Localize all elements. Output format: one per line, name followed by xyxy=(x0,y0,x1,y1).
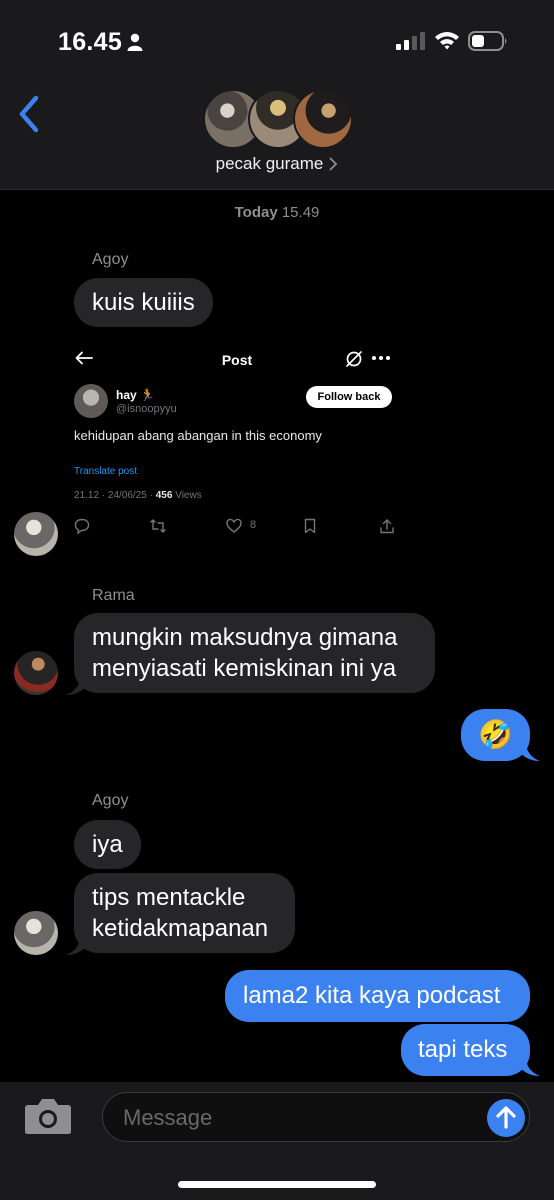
group-avatars[interactable] xyxy=(203,89,353,151)
tweet-views-count: 456 xyxy=(155,490,173,501)
message-bubble[interactable]: lama2 kita kaya podcast xyxy=(225,970,530,1022)
bookmark-icon xyxy=(304,518,316,534)
arrow-up-icon xyxy=(496,1106,516,1129)
chat-timestamp: Today 15.49 xyxy=(0,204,554,221)
reply-icon xyxy=(74,518,90,534)
signal-icon xyxy=(396,32,425,50)
avatar[interactable] xyxy=(14,512,58,556)
status-time: 16.45 xyxy=(58,28,123,56)
repost-icon xyxy=(150,519,166,533)
group-name: pecak gurame xyxy=(215,154,324,173)
conversation-header: pecak gurame xyxy=(0,82,554,190)
timestamp-time: 15.49 xyxy=(281,204,320,221)
chevron-left-icon[interactable] xyxy=(14,94,44,134)
timestamp-day: Today xyxy=(234,204,278,221)
avatar[interactable] xyxy=(14,651,58,695)
battery-icon xyxy=(468,31,507,51)
tweet-text: kehidupan abang abangan in this economy xyxy=(74,428,322,443)
status-bar: 16.45 xyxy=(0,0,554,82)
home-indicator[interactable] xyxy=(178,1181,376,1188)
message-bubble[interactable]: tapi teks xyxy=(401,1024,530,1076)
message-line: ketidakmapanan xyxy=(92,915,269,942)
sender-name: Rama xyxy=(92,587,135,604)
tweet-author-avatar xyxy=(74,384,108,418)
message-line: menyiasati kemiskinan ini ya xyxy=(92,655,397,682)
like-count: 8 xyxy=(250,519,257,531)
bubble-tail xyxy=(520,742,540,761)
message-bubble[interactable]: kuis kuiiis xyxy=(74,278,213,327)
message-bubble[interactable]: tips mentackle ketidakmapanan xyxy=(74,873,295,953)
chevron-right-icon xyxy=(329,157,338,171)
tweet-actions: 8 xyxy=(74,518,400,536)
message-input[interactable]: Message xyxy=(102,1092,530,1142)
more-options-icon xyxy=(372,356,390,360)
message-composer: Message xyxy=(0,1082,554,1200)
sender-name: Agoy xyxy=(92,251,129,268)
tweet-meta: 21.12 · 24/06/25 · 456 Views xyxy=(74,490,202,501)
tweet-views-label: Views xyxy=(172,490,202,501)
tweet-datetime: 21.12 · 24/06/25 · xyxy=(74,490,156,501)
camera-icon[interactable] xyxy=(24,1097,72,1135)
message-line: mungkin maksudnya gimana xyxy=(92,624,398,651)
wifi-icon xyxy=(435,32,459,50)
bubble-tail xyxy=(520,1057,540,1076)
bubble-tail xyxy=(66,676,86,695)
group-name-row[interactable]: pecak gurame xyxy=(0,154,554,174)
like-icon xyxy=(226,518,242,533)
sender-name: Agoy xyxy=(92,792,129,809)
tweet-translate-link: Translate post xyxy=(74,466,137,477)
tweet-top-bar: Post xyxy=(66,333,408,377)
message-line: tips mentackle xyxy=(92,884,246,911)
bubble-tail xyxy=(66,936,86,955)
share-icon xyxy=(380,519,394,534)
avatar xyxy=(293,89,353,149)
follow-back-button: Follow back xyxy=(306,386,392,408)
send-button[interactable] xyxy=(487,1099,525,1137)
avatar[interactable] xyxy=(14,911,58,955)
tweet-author-handle: @isnoopyyu xyxy=(116,403,177,415)
tweet-screenshot[interactable]: Post hay 🏃 @isnoopyyu Follow back kehidu… xyxy=(66,333,408,548)
message-placeholder: Message xyxy=(123,1105,213,1130)
message-bubble[interactable]: mungkin maksudnya gimana menyiasati kemi… xyxy=(74,613,435,693)
person-icon xyxy=(127,33,143,51)
grok-icon xyxy=(346,351,362,367)
message-bubble[interactable]: iya xyxy=(74,820,141,869)
tweet-author-name: hay 🏃 xyxy=(116,388,155,402)
